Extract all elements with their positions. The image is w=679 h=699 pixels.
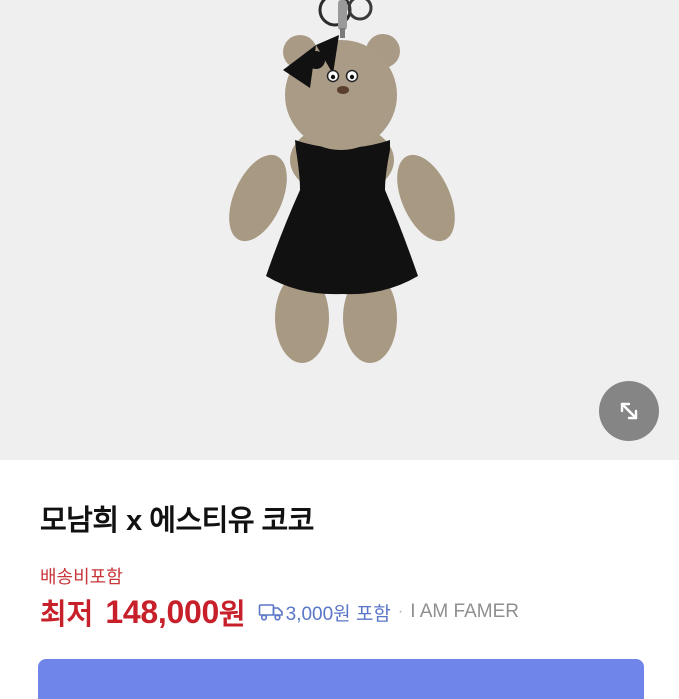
price-row: 최저 148,000 원 3,000원 포함 · I AM FAMER xyxy=(40,590,519,634)
product-image-area[interactable] xyxy=(0,0,679,460)
buy-button[interactable] xyxy=(38,659,644,699)
price-amount: 148,000 xyxy=(105,593,219,630)
shipping-fee: 3,000원 포함 xyxy=(285,603,391,625)
shipping-included-label: 배송비포함 xyxy=(40,567,123,587)
expand-arrows-icon xyxy=(620,402,638,420)
product-title: 모남희 x 에스티유 코코 xyxy=(40,505,314,537)
separator-dot: · xyxy=(397,603,404,620)
truck-icon xyxy=(258,602,284,622)
lowest-price-label: 최저 xyxy=(40,599,94,631)
expand-image-button[interactable] xyxy=(599,381,659,441)
bear-keychain-image xyxy=(229,0,455,363)
price-currency-unit: 원 xyxy=(218,599,246,631)
seller-name[interactable]: I AM FAMER xyxy=(410,601,519,623)
